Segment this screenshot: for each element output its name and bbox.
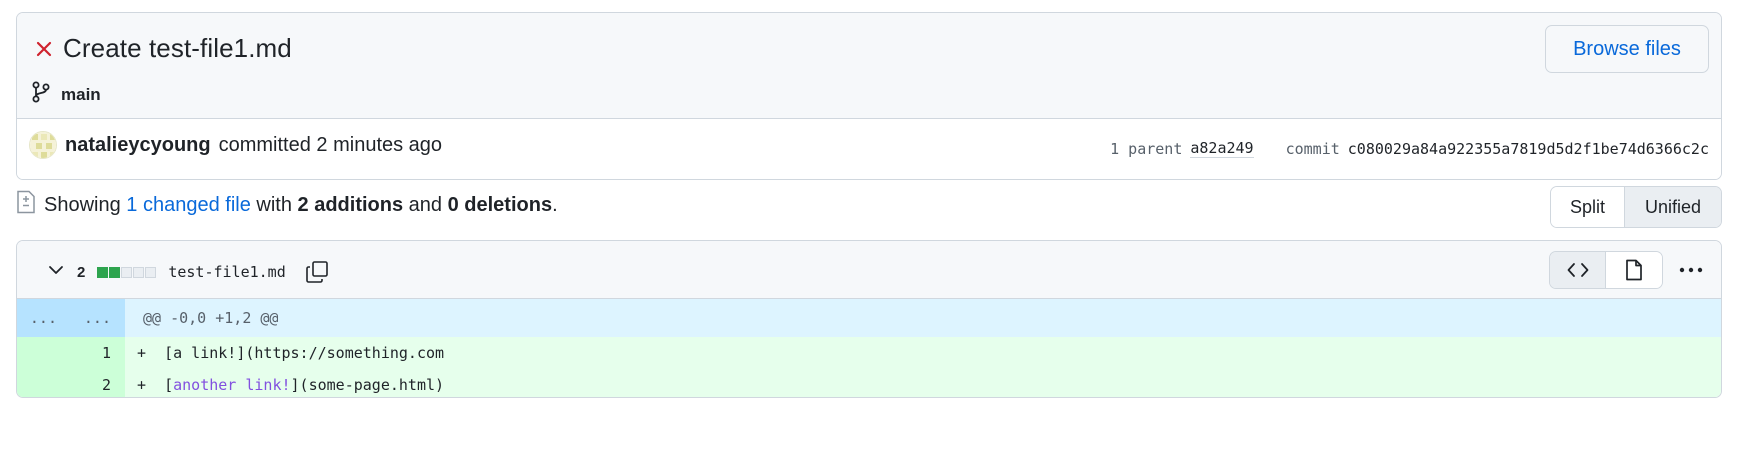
author-link[interactable]: natalieycyoung [65, 134, 211, 157]
hunk-expand-left[interactable]: ... [17, 299, 71, 337]
parent-label: 1 parent [1110, 139, 1183, 158]
file-change-count: 2 [77, 263, 86, 281]
diff-table: ... ... @@ -0,0 +1,2 @@ 1 + [a link!](htt… [17, 299, 1721, 397]
new-line-number[interactable]: 2 [71, 369, 125, 397]
code-token: [ [164, 376, 174, 394]
diffstat-neutral-block [121, 266, 133, 278]
diff-marker: + [137, 376, 147, 394]
diffstat-neutral-block [133, 266, 145, 278]
avatar[interactable] [29, 131, 57, 159]
x-icon[interactable] [33, 38, 55, 60]
code-link-text: another link! [173, 376, 291, 394]
commit-title-area: Create test-file1.md main Browse files [17, 13, 1721, 119]
summary-suffix: . [552, 193, 558, 216]
code-token: ](https://something.com [236, 344, 445, 362]
file-view-toggle [1549, 251, 1663, 289]
commit-time-text: committed 2 minutes ago [218, 133, 443, 156]
file-header-actions [1549, 251, 1709, 289]
code-icon[interactable] [1550, 252, 1606, 288]
summary-with: with [256, 193, 292, 216]
branch-name[interactable]: main [61, 85, 101, 105]
code-link-text: a link! [173, 344, 237, 362]
commit-title-row: Create test-file1.md [33, 33, 292, 64]
diff-marker: + [137, 344, 147, 362]
old-line-number[interactable] [17, 337, 71, 369]
commit-author: natalieycyoung committed 2 minutes ago [29, 131, 442, 159]
kebab-icon[interactable] [1673, 251, 1709, 289]
diff-line-code: + [a link!](https://something.com [125, 337, 1721, 369]
summary-and: and [408, 193, 443, 216]
git-branch-icon [31, 81, 51, 108]
summary-prefix: Showing [44, 193, 121, 216]
code-token: [ [164, 344, 174, 362]
diff-line: 1 + [a link!](https://something.com [17, 337, 1721, 369]
hunk-header-row: ... ... @@ -0,0 +1,2 @@ [17, 299, 1721, 337]
hunk-expand-right[interactable]: ... [71, 299, 125, 337]
file-header-left: 2 test-file1.md [47, 259, 330, 285]
file-header: 2 test-file1.md [17, 241, 1721, 299]
commit-header: Create test-file1.md main Browse files n… [16, 12, 1722, 180]
branch-indicator[interactable]: main [31, 81, 101, 108]
old-line-number[interactable] [17, 369, 71, 397]
diffstat-addition-block [97, 266, 109, 278]
copy-icon[interactable] [304, 259, 330, 285]
commit-meta: natalieycyoung committed 2 minutes ago 1… [17, 119, 1721, 179]
diff-line: 2 + [another link!](some-page.html) [17, 369, 1721, 397]
split-view-button[interactable]: Split [1551, 187, 1625, 227]
chevron-down-icon[interactable] [47, 261, 65, 284]
file-icon[interactable] [1606, 252, 1662, 288]
file-name-link[interactable]: test-file1.md [168, 263, 285, 281]
hunk-header: @@ -0,0 +1,2 @@ [143, 309, 279, 327]
diffstat-bar [97, 266, 157, 278]
browse-files-button[interactable]: Browse files [1545, 25, 1709, 73]
additions-count: 2 additions [297, 193, 404, 216]
unified-view-button[interactable]: Unified [1625, 187, 1721, 227]
file-diff: 2 test-file1.md ... ... @@ -0,0 +1,2 @@ … [16, 240, 1722, 398]
code-token: ](some-page.html) [290, 376, 445, 394]
diff-summary: Showing 1 changed file with 2 additions … [16, 190, 558, 220]
commit-title: Create test-file1.md [63, 33, 292, 63]
new-line-number[interactable]: 1 [71, 337, 125, 369]
changed-files-link[interactable]: 1 changed file [126, 194, 251, 216]
parent-sha-link[interactable]: a82a249 [1190, 139, 1254, 158]
diffstat-neutral-block [145, 266, 157, 278]
diff-summary-row: Showing 1 changed file with 2 additions … [16, 186, 1722, 230]
commit-label: commit [1285, 139, 1340, 158]
diffstat-addition-block [109, 266, 121, 278]
deletions-count: 0 deletions [447, 193, 553, 216]
commit-sha-info: 1 parent a82a249 commit c080029a84a92235… [1110, 139, 1709, 158]
file-diff-icon [16, 190, 36, 220]
diff-line-code: + [another link!](some-page.html) [125, 369, 1721, 397]
commit-sha: c080029a84a922355a7819d5d2f1be74d6366c2c [1347, 139, 1709, 158]
diff-view-toggle: Split Unified [1550, 186, 1722, 228]
